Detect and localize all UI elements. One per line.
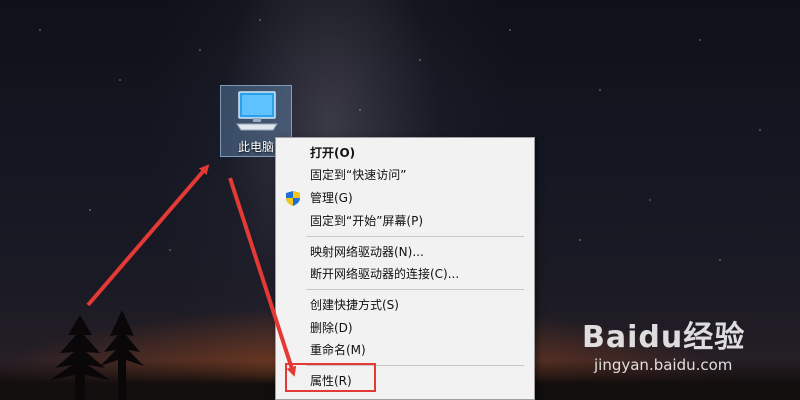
menu-separator <box>306 236 524 237</box>
menu-separator <box>306 289 524 290</box>
menu-item-pin-start[interactable]: 固定到“开始”屏幕(P) <box>276 210 534 232</box>
context-menu: 打开(O) 固定到“快速访问” 管理(G) 固定到“开始”屏幕(P) 映射网络驱… <box>275 137 535 400</box>
menu-item-pin-quick-access[interactable]: 固定到“快速访问” <box>276 164 534 186</box>
menu-item-delete[interactable]: 删除(D) <box>276 317 534 339</box>
baidu-watermark: Baidu经验 jingyan.baidu.com <box>582 312 782 382</box>
menu-item-create-shortcut[interactable]: 创建快捷方式(S) <box>276 294 534 316</box>
watermark-url: jingyan.baidu.com <box>594 356 733 374</box>
menu-item-open[interactable]: 打开(O) <box>276 142 534 164</box>
computer-icon <box>236 91 278 131</box>
menu-item-manage: 管理(G) <box>310 191 353 205</box>
uac-shield-icon <box>286 191 300 206</box>
properties-highlight-box <box>285 363 376 392</box>
watermark-brand: Baidu经验 <box>582 320 746 355</box>
menu-item-rename[interactable]: 重命名(M) <box>276 339 534 361</box>
menu-item-disconnect-network-drive[interactable]: 断开网络驱动器的连接(C)... <box>276 263 534 285</box>
menu-item-map-network-drive[interactable]: 映射网络驱动器(N)... <box>276 241 534 263</box>
menu-item-manage-wrapper[interactable]: 管理(G) <box>276 187 534 209</box>
tree-silhouettes <box>50 310 144 400</box>
